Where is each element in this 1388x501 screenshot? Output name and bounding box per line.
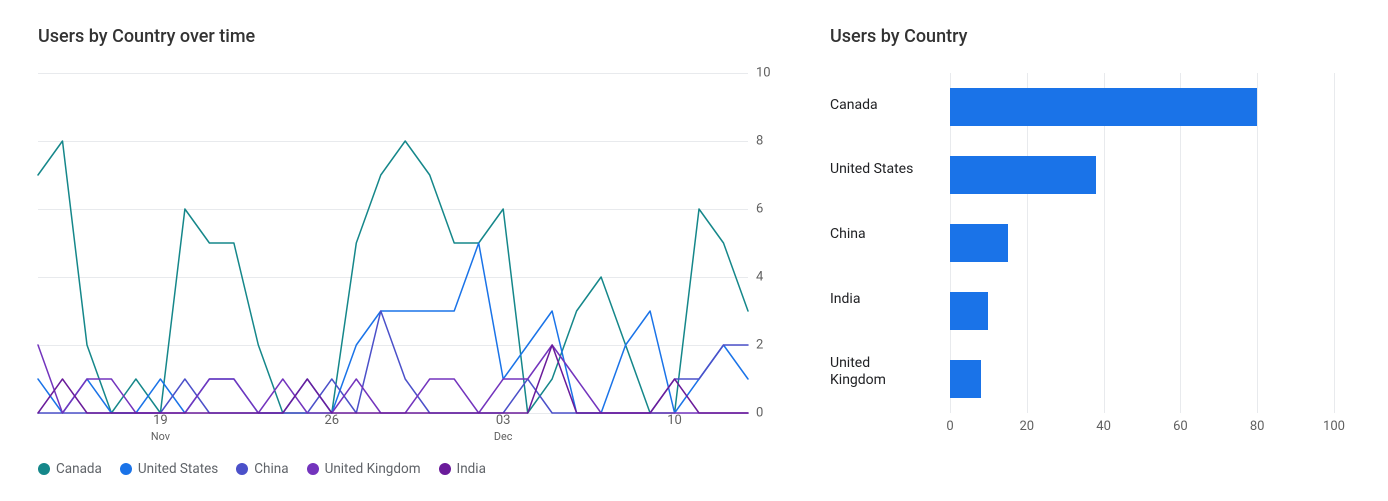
legend-item-united-kingdom[interactable]: United Kingdom xyxy=(307,461,421,477)
series-line-united-kingdom xyxy=(38,345,748,413)
bar-row xyxy=(950,360,1334,398)
bar-x-tick-label: 40 xyxy=(1096,419,1111,434)
bar-category-label: United States xyxy=(830,161,948,178)
users-over-time-title: Users by Country over time xyxy=(38,26,806,47)
bar-chart-bars xyxy=(950,73,1334,413)
bar-chart-plot-area: Canada United States China India UnitedKingd… xyxy=(830,73,1368,413)
users-over-time-panel: Users by Country over time 0246810 19Nov… xyxy=(0,0,830,501)
y-tick-label: 2 xyxy=(756,338,763,353)
bar-united-states[interactable] xyxy=(950,156,1096,194)
y-tick-label: 0 xyxy=(756,406,763,421)
bar-category-label: China xyxy=(830,226,948,243)
x-tick-label: 19Nov xyxy=(151,413,170,445)
bar-row xyxy=(950,88,1334,126)
legend-item-china[interactable]: China xyxy=(236,461,288,477)
bar-x-tick-label: 80 xyxy=(1250,419,1265,434)
legend-label: United States xyxy=(138,461,218,477)
legend-dot-icon xyxy=(120,463,132,475)
y-tick-label: 10 xyxy=(756,66,771,81)
y-tick-label: 4 xyxy=(756,270,763,285)
bar-x-tick-label: 0 xyxy=(946,419,953,434)
bar-category-label: UnitedKingdom xyxy=(830,355,948,389)
bar-row xyxy=(950,224,1334,262)
series-line-china xyxy=(38,311,748,413)
bar-row xyxy=(950,292,1334,330)
legend-label: United Kingdom xyxy=(325,461,421,477)
bar-x-tick-label: 100 xyxy=(1323,419,1345,434)
line-chart-legend: Canada United States China United Kingdom In… xyxy=(38,461,806,477)
y-tick-label: 8 xyxy=(756,134,763,149)
legend-label: India xyxy=(457,461,486,477)
users-by-country-title: Users by Country xyxy=(830,26,1378,47)
bar-united-kingdom[interactable] xyxy=(950,360,981,398)
bar-row xyxy=(950,156,1334,194)
legend-dot-icon xyxy=(236,463,248,475)
legend-label: Canada xyxy=(56,461,102,477)
bar-chart-category-labels: Canada United States China India UnitedKingd… xyxy=(830,73,948,413)
legend-item-united-states[interactable]: United States xyxy=(120,461,218,477)
line-chart-y-axis: 0246810 xyxy=(756,73,796,413)
bar-category-label: Canada xyxy=(830,97,948,114)
legend-dot-icon xyxy=(439,463,451,475)
bar-category-label: India xyxy=(830,291,948,308)
bar-canada[interactable] xyxy=(950,88,1257,126)
legend-item-canada[interactable]: Canada xyxy=(38,461,102,477)
line-chart-svg xyxy=(38,73,748,413)
x-tick-label: 03Dec xyxy=(494,413,513,445)
bar-india[interactable] xyxy=(950,292,988,330)
bar-x-tick-label: 60 xyxy=(1173,419,1188,434)
y-tick-label: 6 xyxy=(756,202,763,217)
legend-item-india[interactable]: India xyxy=(439,461,486,477)
legend-dot-icon xyxy=(307,463,319,475)
x-tick-label: 10 xyxy=(667,413,682,429)
series-line-canada xyxy=(38,141,748,413)
users-by-country-panel: Users by Country Canada United States Chin… xyxy=(830,0,1388,501)
legend-dot-icon xyxy=(38,463,50,475)
x-tick-label: 26 xyxy=(324,413,339,429)
bar-china[interactable] xyxy=(950,224,1008,262)
series-line-india xyxy=(38,345,748,413)
bar-x-tick-label: 20 xyxy=(1019,419,1034,434)
line-chart-plot-area: 0246810 19Nov2603Dec10 xyxy=(38,73,748,413)
legend-label: China xyxy=(254,461,288,477)
